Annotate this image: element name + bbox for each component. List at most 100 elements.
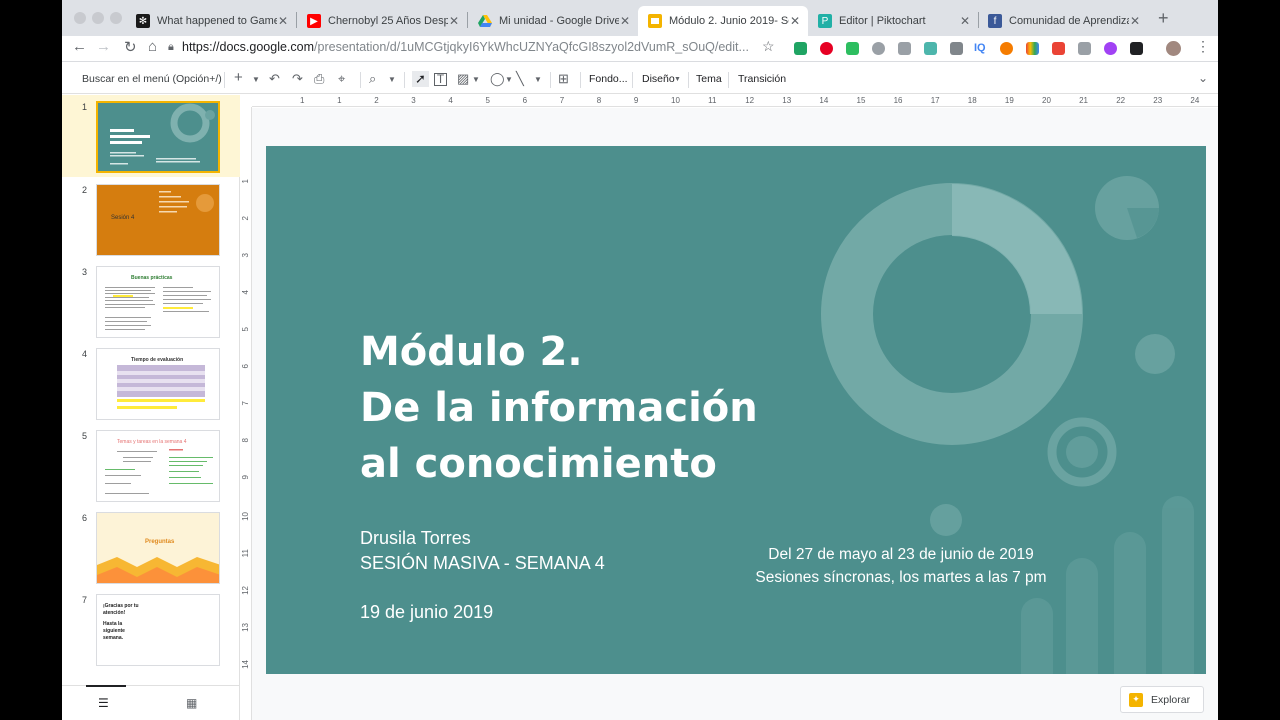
new-tab-button[interactable]: + xyxy=(1158,8,1169,29)
vertical-ruler: 1 2 3 4 5 6 7 8 9 10 11 12 13 14 xyxy=(240,107,252,720)
layout-button[interactable]: Diseño xyxy=(642,73,675,85)
author-name: Drusila Torres xyxy=(360,528,471,548)
text-box-icon[interactable]: T xyxy=(434,73,447,86)
close-window-button[interactable] xyxy=(74,12,86,24)
ruler-tick-label: 1 xyxy=(300,96,305,105)
close-tab-icon[interactable]: ✕ xyxy=(278,14,288,28)
reload-icon[interactable]: ↻ xyxy=(124,38,137,56)
line-dropdown-icon[interactable]: ▼ xyxy=(534,75,542,84)
browser-tab[interactable]: ✻ What happened to Game ✕ xyxy=(126,6,296,36)
ruler-tick-label: 11 xyxy=(241,549,250,558)
close-tab-icon[interactable]: ✕ xyxy=(620,14,630,28)
cloud-icon[interactable] xyxy=(898,42,911,55)
star-icon[interactable]: ☆ xyxy=(762,38,775,55)
pinterest-icon[interactable] xyxy=(820,42,833,55)
new-slide-dropdown-icon[interactable]: ▼ xyxy=(252,75,260,84)
slide-thumbnail-1[interactable] xyxy=(96,101,220,173)
image-dropdown-icon[interactable]: ▼ xyxy=(472,75,480,84)
iq-icon[interactable]: IQ xyxy=(974,42,987,55)
slide-thumbnail-3[interactable]: Buenas prácticas xyxy=(96,266,220,338)
clock-icon[interactable] xyxy=(1104,42,1117,55)
ruler-tick-label: 3 xyxy=(241,253,250,258)
extension-badge-icon[interactable] xyxy=(1052,42,1065,55)
flag-icon[interactable] xyxy=(1078,42,1091,55)
slide-main[interactable]: Módulo 2. De la información al conocimie… xyxy=(266,146,1206,674)
colors-icon[interactable] xyxy=(1026,42,1039,55)
url-host: https://docs.google.com xyxy=(182,40,315,54)
slide-thumbnail-2[interactable]: Sesión 4 xyxy=(96,184,220,256)
extension-icon[interactable] xyxy=(950,42,963,55)
close-tab-icon[interactable]: ✕ xyxy=(960,14,970,28)
browser-tab[interactable]: f Comunidad de Aprendiza ✕ xyxy=(978,6,1148,36)
tab-title: What happened to Game xyxy=(157,15,277,27)
minimize-window-button[interactable] xyxy=(92,12,104,24)
abp-icon[interactable] xyxy=(872,42,885,55)
line-icon[interactable]: ╲ xyxy=(516,71,524,87)
zoom-dropdown-icon[interactable]: ▼ xyxy=(388,75,396,84)
ruler-tick-label: 1 xyxy=(241,179,250,184)
maximize-window-button[interactable] xyxy=(110,12,122,24)
undo-icon[interactable]: ↶ xyxy=(269,71,280,87)
ruler-tick-label: 13 xyxy=(241,623,250,632)
layout-dropdown-icon[interactable]: ▼ xyxy=(674,76,681,83)
transition-button[interactable]: Transición xyxy=(738,73,786,85)
period-dates: Del 27 de mayo al 23 de junio de 2019 xyxy=(768,546,1034,563)
bitly-icon[interactable] xyxy=(1000,42,1013,55)
slide-thumbnail-6[interactable]: Preguntas xyxy=(96,512,220,584)
redo-icon[interactable]: ↷ xyxy=(292,71,303,87)
slide-5-preview xyxy=(105,449,213,494)
list-view-icon[interactable]: ☰ xyxy=(98,696,109,710)
extension-dark-icon[interactable] xyxy=(1130,42,1143,55)
slide-date[interactable]: 19 de junio 2019 xyxy=(360,602,493,623)
drive-extension-icon[interactable] xyxy=(794,42,807,55)
close-tab-icon[interactable]: ✕ xyxy=(790,14,800,28)
slide-thumbnail-7[interactable]: ¡Gracias por tu atención! Hasta la sigui… xyxy=(96,594,220,666)
forward-arrow-icon[interactable]: → xyxy=(96,38,111,55)
close-tab-icon[interactable]: ✕ xyxy=(1130,14,1140,28)
browser-tab-active[interactable]: Módulo 2. Junio 2019- Se ✕ xyxy=(638,6,808,36)
ruler-tick-label: 7 xyxy=(559,96,565,105)
home-icon[interactable]: ⌂ xyxy=(148,38,157,55)
comment-icon[interactable]: ⊞ xyxy=(558,71,569,87)
slide-period-block[interactable]: Del 27 de mayo al 23 de junio de 2019 Se… xyxy=(706,543,1096,589)
ruler-tick-label: 11 xyxy=(708,96,717,105)
session-schedule: Sesiones síncronas, los martes a las 7 p… xyxy=(755,569,1047,586)
shield-icon[interactable] xyxy=(924,42,937,55)
browser-menu-icon[interactable]: ⋮ xyxy=(1196,38,1210,55)
explore-button[interactable]: ✦ Explorar xyxy=(1120,686,1204,713)
paint-format-icon[interactable]: ⌖ xyxy=(338,71,345,87)
avatar[interactable] xyxy=(1166,41,1181,56)
zoom-icon[interactable]: ⌕ xyxy=(369,71,376,87)
background-button[interactable]: Fondo... xyxy=(589,73,628,85)
evernote-icon[interactable] xyxy=(846,42,859,55)
browser-tab[interactable]: P Editor | Piktochart ✕ xyxy=(808,6,978,36)
menu-search-field[interactable]: Buscar en el menú (Opción+/) xyxy=(82,73,222,85)
shape-dropdown-icon[interactable]: ▼ xyxy=(505,75,513,84)
drive-icon xyxy=(478,14,492,28)
ruler-tick-label: 19 xyxy=(1004,96,1014,105)
ruler-tick-label: 9 xyxy=(633,96,639,105)
slide-thumbnail-4[interactable]: Tiempo de evaluación xyxy=(96,348,220,420)
select-cursor-icon[interactable]: ➚ xyxy=(412,71,429,87)
new-slide-button[interactable]: + xyxy=(234,69,243,86)
grid-view-icon[interactable]: ▦ xyxy=(186,696,197,710)
slide-title[interactable]: Módulo 2. De la información al conocimie… xyxy=(360,324,758,492)
image-icon[interactable]: ▨ xyxy=(457,71,469,87)
theme-button[interactable]: Tema xyxy=(696,73,722,85)
slide-author-block[interactable]: Drusila Torres SESIÓN MASIVA - SEMANA 4 xyxy=(360,526,605,576)
shape-icon[interactable]: ◯ xyxy=(490,71,505,87)
close-tab-icon[interactable]: ✕ xyxy=(449,14,459,28)
url-path: /presentation/d/1uMCGtjqkyI6YkWhcUZNYaQf… xyxy=(314,40,749,54)
ruler-tick-label: 23 xyxy=(1153,96,1163,105)
snowflake-icon: ✻ xyxy=(136,14,150,28)
print-icon[interactable]: ⎙ xyxy=(314,71,324,87)
slide-7-thanks: ¡Gracias por tu atención! xyxy=(103,603,139,616)
slide-thumbnail-5[interactable]: Temas y tareas en la semana 4 xyxy=(96,430,220,502)
browser-tab[interactable]: ▶ Chernobyl 25 Años Desp ✕ xyxy=(297,6,467,36)
ruler-tick-label: 10 xyxy=(671,96,680,105)
browser-tab[interactable]: Mi unidad - Google Drive ✕ xyxy=(468,6,638,36)
back-arrow-icon[interactable]: ← xyxy=(72,38,87,55)
collapse-toolbar-chevron-icon[interactable]: ⌄ xyxy=(1198,71,1208,85)
url-field[interactable]: https://docs.google.com/presentation/d/1… xyxy=(182,40,752,54)
slide-number: 4 xyxy=(82,349,88,359)
